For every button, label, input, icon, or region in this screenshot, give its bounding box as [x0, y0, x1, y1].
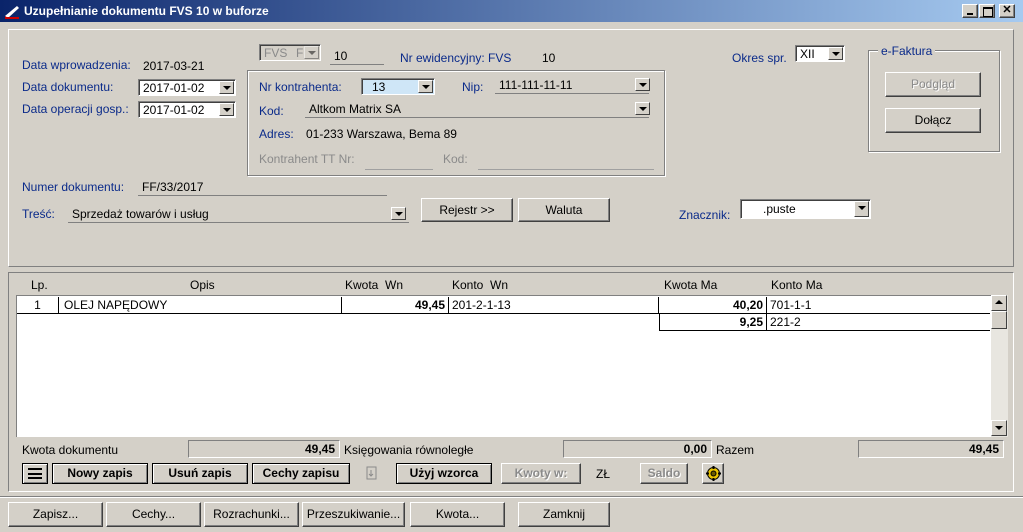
data-dokumentu-label: Data dokumentu:	[22, 80, 114, 94]
title-bar: Uzupełnianie dokumentu FVS 10 w buforze …	[0, 0, 1023, 22]
data-wprowadzenia-label: Data wprowadzenia:	[22, 58, 131, 72]
data-operacji-field[interactable]: 2017-01-02	[138, 101, 236, 118]
kwota-dokumentu-value: 49,45	[188, 440, 340, 458]
tresc-label: Treść:	[22, 207, 55, 221]
usun-zapis-button[interactable]: Usuń zapis	[152, 463, 248, 484]
adres-value: 01-233 Warszawa, Bema 89	[306, 127, 457, 141]
efaktura-group	[868, 50, 1000, 152]
app-icon	[4, 3, 20, 19]
close-icon: ✕	[1002, 4, 1012, 16]
nip-field[interactable]: 111-111-11-11	[495, 78, 649, 94]
dropdown-arrow-icon[interactable]	[219, 81, 234, 94]
ksiegowania-value: 0,00	[563, 440, 712, 458]
scroll-thumb[interactable]	[991, 311, 1007, 329]
razem-label: Razem	[716, 443, 755, 457]
dropdown-arrow-icon[interactable]	[418, 80, 433, 93]
tresc-dropdown-icon[interactable]	[391, 207, 406, 220]
footer-separator	[0, 496, 1023, 498]
zamknij-button[interactable]: Zamknij	[518, 502, 610, 527]
dropdown-arrow-icon[interactable]	[219, 103, 234, 116]
tresc-field[interactable]: Sprzedaż towarów i usług	[68, 207, 409, 223]
cechy-zapisu-button[interactable]: Cechy zapisu	[252, 463, 350, 484]
col-konto-wn: Konto Wn	[452, 278, 509, 292]
lines-icon	[28, 468, 42, 479]
col-lp: Lp.	[31, 278, 48, 292]
minimize-button[interactable]	[962, 4, 978, 18]
kontrahent-tt-label: Kontrahent TT Nr:	[259, 152, 355, 166]
cechy-button[interactable]: Cechy...	[106, 502, 201, 527]
kwota-button[interactable]: Kwota...	[410, 502, 505, 527]
row-kwota-wn: 49,45	[342, 297, 449, 313]
numer-dokumentu-field[interactable]: FF/33/2017	[138, 180, 387, 196]
nr-kontrahenta-label: Nr kontrahenta:	[259, 80, 342, 94]
window-title: Uzupełnianie dokumentu FVS 10 w buforze	[24, 4, 269, 18]
kod-dropdown-icon[interactable]	[635, 102, 650, 115]
znacznik-label: Znacznik:	[679, 208, 731, 222]
okres-label: Okres spr.	[732, 51, 787, 65]
kwoty-w-button[interactable]: Kwoty w:	[501, 463, 581, 484]
row-konto-ma: 221-2	[770, 315, 801, 329]
currency-label: ZŁ	[596, 467, 611, 481]
dropdown-arrow-icon[interactable]	[304, 46, 319, 59]
nowy-zapis-button[interactable]: Nowy zapis	[52, 463, 148, 484]
zapisz-button[interactable]: Zapisz...	[8, 502, 103, 527]
row-opis: OLEJ NAPĘDOWY	[59, 297, 342, 313]
col-opis: Opis	[190, 278, 215, 292]
adres-label: Adres:	[259, 127, 294, 141]
ksiegowania-label: Księgowania równoległe	[344, 443, 474, 457]
scroll-up-button[interactable]	[991, 295, 1007, 311]
scroll-down-button[interactable]	[991, 420, 1007, 436]
col-kwota-wn: Kwota Wn	[345, 278, 404, 292]
efaktura-title: e-Faktura	[878, 44, 936, 58]
razem-value: 49,45	[858, 440, 1004, 458]
okres-select[interactable]: XII	[795, 45, 845, 62]
tt-kod-field[interactable]	[478, 154, 654, 170]
nr-ewidencyjny-label: Nr ewidencyjny: FVS	[400, 51, 512, 65]
row-konto-wn: 201-2-1-13	[449, 297, 659, 313]
kod-label: Kod:	[259, 104, 284, 118]
row-konto-ma: 701-1-1	[770, 298, 812, 312]
dolacz-button[interactable]: Dołącz	[885, 108, 981, 133]
nip-dropdown-icon[interactable]	[635, 78, 650, 91]
tt-kod-label: Kod:	[443, 152, 468, 166]
uzyj-wzorca-button[interactable]: Użyj wzorca	[396, 463, 492, 484]
doc-type-select[interactable]: FVS F	[259, 44, 321, 61]
data-operacji-label: Data operacji gosp.:	[22, 102, 129, 116]
table-row[interactable]: 9,25 221-2	[659, 314, 990, 331]
saldo-button[interactable]: Saldo	[640, 463, 688, 484]
waluta-button[interactable]: Waluta	[518, 198, 610, 222]
rozrachunki-button[interactable]: Rozrachunki...	[204, 502, 299, 527]
maximize-button[interactable]	[979, 4, 995, 18]
row-kwota-ma: 40,20	[659, 297, 767, 313]
kod-field[interactable]: Altkom Matrix SA	[305, 102, 649, 118]
kwota-dokumentu-label: Kwota dokumentu	[22, 443, 119, 457]
rejestr-button[interactable]: Rejestr >>	[421, 198, 513, 222]
gear-icon	[705, 465, 722, 485]
row-kwota-ma: 9,25	[660, 314, 767, 330]
dropdown-arrow-icon[interactable]	[828, 47, 843, 60]
col-kwota-ma: Kwota Ma	[664, 278, 718, 292]
menu-lines-button[interactable]	[22, 463, 48, 484]
znacznik-select[interactable]: .puste	[740, 199, 871, 219]
nr-kontrahenta-field[interactable]: 13	[361, 78, 435, 95]
attachment-icon[interactable]	[363, 464, 381, 482]
data-wprowadzenia-value: 2017-03-21	[143, 59, 205, 73]
podglad-button[interactable]: Podgląd	[885, 72, 981, 97]
table-scrollbar[interactable]	[991, 295, 1008, 437]
dropdown-arrow-icon[interactable]	[854, 201, 869, 217]
nr-ewidencyjny-value: 10	[542, 51, 556, 65]
nip-label: Nip:	[462, 80, 484, 94]
calculator-button[interactable]	[702, 463, 724, 484]
close-button[interactable]: ✕	[999, 4, 1015, 18]
data-dokumentu-field[interactable]: 2017-01-02	[138, 79, 236, 96]
table-row[interactable]: 1 OLEJ NAPĘDOWY 49,45 201-2-1-13 40,20 7…	[17, 297, 990, 314]
numer-dokumentu-label: Numer dokumentu:	[22, 180, 125, 194]
kontrahent-tt-field[interactable]	[365, 154, 433, 170]
col-konto-ma: Konto Ma	[771, 278, 823, 292]
przeszukiwanie-button[interactable]: Przeszukiwanie...	[302, 502, 405, 527]
row-lp: 1	[17, 297, 59, 313]
doc-number-field[interactable]: 10	[330, 49, 384, 65]
